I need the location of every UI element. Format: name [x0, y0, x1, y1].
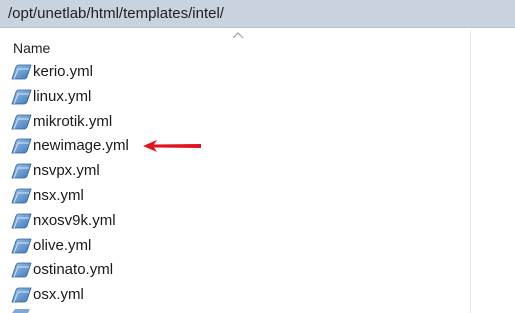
path-text[interactable]: /opt/unetlab/html/templates/intel/: [8, 5, 224, 23]
file-list: kerio.yml linux.yml mikrotik.yml newimag…: [0, 60, 470, 308]
file-name: kerio.yml: [33, 63, 94, 80]
red-arrow-icon: [143, 140, 201, 152]
list-item[interactable]: linux.yml: [0, 85, 470, 110]
file-name: osx.yml: [33, 286, 84, 304]
column-header-name[interactable]: Name: [13, 39, 50, 57]
file-name: newimage.yml: [33, 137, 129, 155]
yml-file-icon: [11, 163, 32, 179]
yml-file-icon: [11, 213, 32, 229]
yml-file-icon: [11, 262, 32, 278]
column-divider: [470, 30, 471, 313]
chevron-up-icon: [232, 32, 244, 39]
list-item[interactable]: kerio.yml: [0, 60, 470, 85]
file-name: nxosv9k.yml: [33, 211, 116, 229]
yml-file-icon: [11, 188, 32, 204]
list-item[interactable]: mikrotik.yml: [0, 110, 470, 135]
path-bar[interactable]: /opt/unetlab/html/templates/intel/: [0, 0, 515, 28]
yml-file-icon: [11, 287, 32, 303]
yml-file-icon: [11, 64, 32, 80]
partial-file-icon: [12, 309, 30, 313]
list-item[interactable]: olive.yml: [0, 234, 470, 259]
list-header: Name: [0, 28, 515, 60]
yml-file-icon: [11, 89, 32, 105]
list-item[interactable]: nsx.yml: [0, 184, 470, 209]
file-name: linux.yml: [33, 87, 92, 105]
yml-file-icon: [11, 114, 32, 129]
list-item[interactable]: nxosv9k.yml: [0, 209, 470, 234]
file-name: nsx.yml: [33, 186, 84, 204]
file-name: nsvpx.yml: [33, 162, 100, 180]
list-item[interactable]: nsvpx.yml: [0, 159, 470, 184]
list-item[interactable]: ostinato.yml: [0, 258, 470, 283]
list-item[interactable]: newimage.yml: [0, 134, 470, 159]
file-name: olive.yml: [33, 236, 92, 254]
list-item[interactable]: osx.yml: [0, 283, 470, 308]
file-name: mikrotik.yml: [33, 112, 113, 130]
yml-file-icon: [11, 238, 32, 253]
file-name: ostinato.yml: [33, 261, 114, 279]
yml-file-icon: [11, 138, 32, 154]
